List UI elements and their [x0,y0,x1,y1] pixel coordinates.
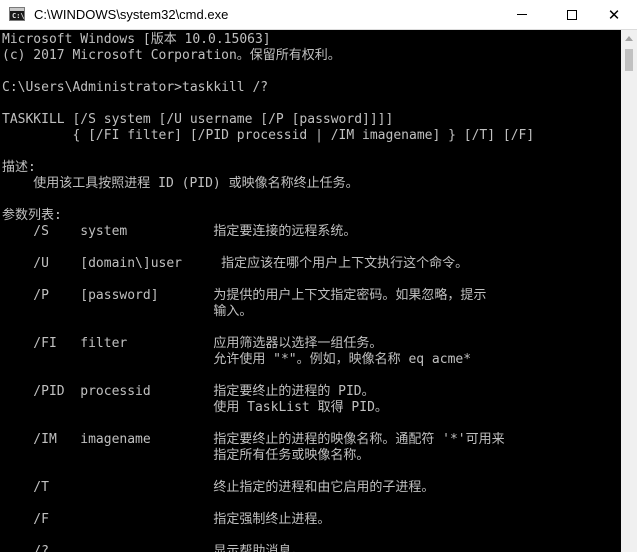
console-line: /U [domain\]user 指定应该在哪个用户上下文执行这个命令。 [2,256,469,271]
console-line: 使用 TaskList 取得 PID。 [2,400,388,415]
scrollbar-thumb[interactable] [625,49,633,71]
console-line: 参数列表: [2,208,62,223]
minimize-button[interactable] [499,0,545,29]
console-line: /S system 指定要连接的远程系统。 [2,224,357,239]
console-line: /? 显示帮助消息。 [2,544,305,552]
console-line: 描述: [2,160,36,175]
console-line: 输入。 [2,304,253,319]
console-line: Microsoft Windows [版本 10.0.15063] [2,32,271,47]
console-line: { [/FI filter] [/PID processid | /IM ima… [2,128,535,143]
console-line: TASKKILL [/S system [/U username [/P [pa… [2,112,394,127]
minimize-icon [517,14,527,15]
console-line: 使用该工具按照进程 ID (PID) 或映像名称终止任务。 [2,176,359,191]
console-line: /F 指定强制终止进程。 [2,512,331,527]
console-line: /P [password] 为提供的用户上下文指定密码。如果忽略，提示 [2,288,487,303]
console-line: 指定所有任务或映像名称。 [2,448,370,463]
title-bar[interactable]: C:\ C:\WINDOWS\system32\cmd.exe ✕ [0,0,637,30]
scroll-up-arrow-icon[interactable] [621,30,637,47]
maximize-button[interactable] [549,0,595,29]
console-icon-text: C:\ [12,12,25,20]
console-line: 允许使用 "*"。例如，映像名称 eq acme* [2,352,472,367]
vertical-scrollbar[interactable] [621,30,637,552]
window-title: C:\WINDOWS\system32\cmd.exe [34,7,229,22]
close-button[interactable]: ✕ [591,0,637,29]
console-line: /FI filter 应用筛选器以选择一组任务。 [2,336,383,351]
console-line: /T 终止指定的进程和由它启用的子进程。 [2,480,435,495]
console-line: /PID processid 指定要终止的进程的 PID。 [2,384,375,399]
maximize-icon [567,9,577,20]
console-output[interactable]: Microsoft Windows [版本 10.0.15063] (c) 20… [0,30,621,552]
console-icon[interactable]: C:\ [9,7,25,21]
console-line: C:\Users\Administrator>taskkill /? [2,80,269,95]
console-line: /IM imagename 指定要终止的进程的映像名称。通配符 '*'可用来 [2,432,505,447]
console-line: (c) 2017 Microsoft Corporation。保留所有权利。 [2,48,341,63]
close-icon: ✕ [607,5,621,24]
